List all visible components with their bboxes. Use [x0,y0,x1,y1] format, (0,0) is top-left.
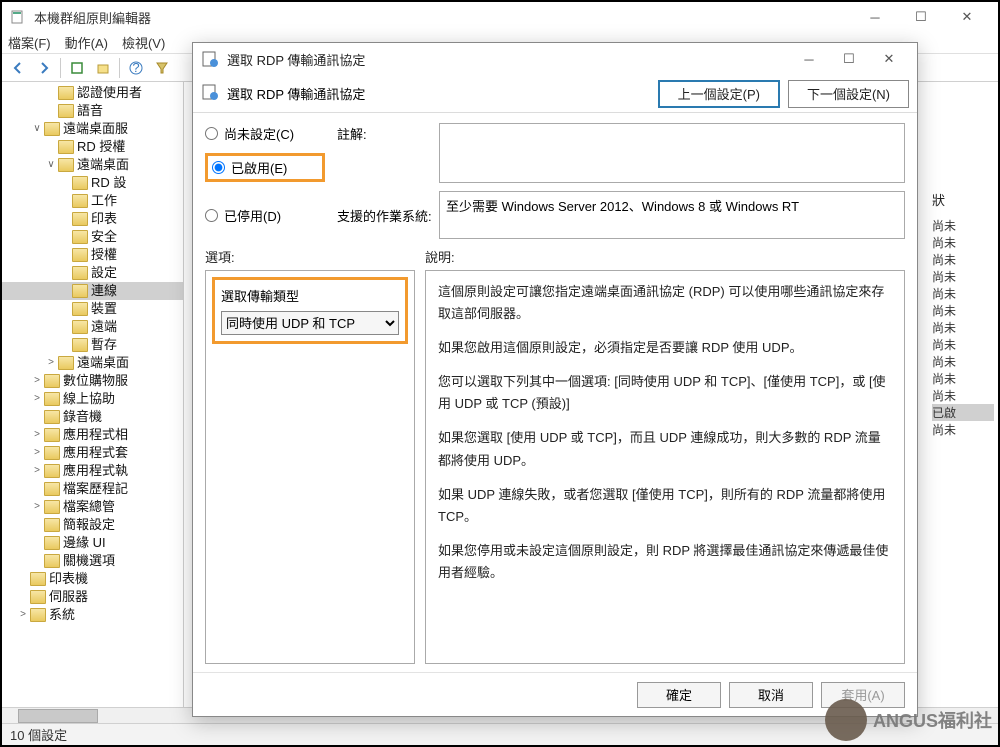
tree-item[interactable]: 裝置 [2,300,183,318]
tree-item[interactable]: 邊緣 UI [2,534,183,552]
export-icon[interactable] [91,56,115,80]
tree-item[interactable]: 安全 [2,228,183,246]
dialog-title: 選取 RDP 傳輸通訊協定 [227,50,789,69]
tree-item[interactable]: 關機選項 [2,552,183,570]
status-column: 狀 尚未尚未尚未尚未尚未尚未尚未尚未尚未尚未尚未已啟尚未 [932,190,994,438]
policy-icon [201,50,219,68]
supported-os-field: 至少需要 Windows Server 2012、Windows 8 或 Win… [439,191,905,239]
tree-item[interactable]: 簡報設定 [2,516,183,534]
transport-type-label: 選取傳輸類型 [221,286,399,305]
tree-item[interactable]: 印表 [2,210,183,228]
back-icon[interactable] [6,56,30,80]
options-panel: 選取傳輸類型 同時使用 UDP 和 TCP [205,270,415,664]
radio-disabled[interactable]: 已停用(D) [205,206,325,225]
tree-item[interactable]: >系統 [2,606,183,624]
tree-item[interactable]: 連線 [2,282,183,300]
tree-item[interactable]: 遠端 [2,318,183,336]
tree-item[interactable]: 檔案歷程記 [2,480,183,498]
tree-item[interactable]: 授權 [2,246,183,264]
minimize-button[interactable]: ─ [852,2,898,32]
transport-type-select[interactable]: 同時使用 UDP 和 TCP [221,311,399,335]
tree-item[interactable]: >遠端桌面 [2,354,183,372]
dialog-subtitle: 選取 RDP 傳輸通訊協定 [227,84,365,103]
tree-item[interactable]: 暫存 [2,336,183,354]
tree-item[interactable]: RD 授權 [2,138,183,156]
filter-icon[interactable] [150,56,174,80]
supported-label: 支援的作業系統: [337,206,427,225]
dialog-titlebar: 選取 RDP 傳輸通訊協定 ─ ☐ ✕ [193,43,917,75]
ok-button[interactable]: 確定 [637,682,721,708]
menu-action[interactable]: 動作(A) [65,33,108,52]
tree-item[interactable]: 語音 [2,102,183,120]
description-header: 說明: [425,247,905,266]
menu-file[interactable]: 檔案(F) [8,33,51,52]
tree-item[interactable]: RD 設 [2,174,183,192]
status-text: 10 個設定 [10,725,67,744]
tree-item[interactable]: 工作 [2,192,183,210]
svg-text:?: ? [132,61,139,75]
watermark: ANGUS福利社 [825,699,992,741]
tree-item[interactable]: >數位購物服 [2,372,183,390]
tree-item[interactable]: >檔案總管 [2,498,183,516]
radio-enabled[interactable]: 已啟用(E) [212,158,287,177]
tree-item[interactable]: ∨遠端桌面 [2,156,183,174]
gpedit-icon [10,9,26,25]
policy-icon [201,83,219,104]
tree-item[interactable]: 印表機 [2,570,183,588]
comment-label: 註解: [337,124,427,143]
refresh-icon[interactable] [65,56,89,80]
options-header: 選項: [205,247,415,266]
outer-titlebar: 本機群組原則編輯器 ─ ☐ ✕ [2,2,998,32]
tree-item[interactable]: 錄音機 [2,408,183,426]
tree-item[interactable]: 認證使用者 [2,84,183,102]
dialog-minimize-button[interactable]: ─ [789,45,829,73]
previous-setting-button[interactable]: 上一個設定(P) [658,80,780,108]
next-setting-button[interactable]: 下一個設定(N) [788,80,909,108]
dialog-maximize-button[interactable]: ☐ [829,45,869,73]
close-button[interactable]: ✕ [944,2,990,32]
dialog-close-button[interactable]: ✕ [869,45,909,73]
forward-icon[interactable] [32,56,56,80]
help-icon[interactable]: ? [124,56,148,80]
description-panel: 這個原則設定可讓您指定遠端桌面通訊協定 (RDP) 可以使用哪些通訊協定來存取這… [425,270,905,664]
menu-view[interactable]: 檢視(V) [122,33,165,52]
tree-item[interactable]: >線上協助 [2,390,183,408]
radio-not-configured[interactable]: 尚未設定(C) [205,124,325,143]
outer-title: 本機群組原則編輯器 [34,8,852,27]
tree-item[interactable]: 設定 [2,264,183,282]
watermark-avatar [825,699,867,741]
tree-item[interactable]: >應用程式執 [2,462,183,480]
comment-field[interactable] [439,123,905,183]
policy-dialog: 選取 RDP 傳輸通訊協定 ─ ☐ ✕ 選取 RDP 傳輸通訊協定 上一個設定(… [192,42,918,717]
cancel-button[interactable]: 取消 [729,682,813,708]
tree-item[interactable]: ∨遠端桌面服 [2,120,183,138]
tree-pane[interactable]: 認證使用者語音∨遠端桌面服RD 授權∨遠端桌面RD 設工作印表安全授權設定連線裝… [2,82,184,723]
tree-item[interactable]: >應用程式套 [2,444,183,462]
watermark-text: ANGUS福利社 [873,707,992,733]
tree-item[interactable]: >應用程式相 [2,426,183,444]
maximize-button[interactable]: ☐ [898,2,944,32]
tree-item[interactable]: 伺服器 [2,588,183,606]
